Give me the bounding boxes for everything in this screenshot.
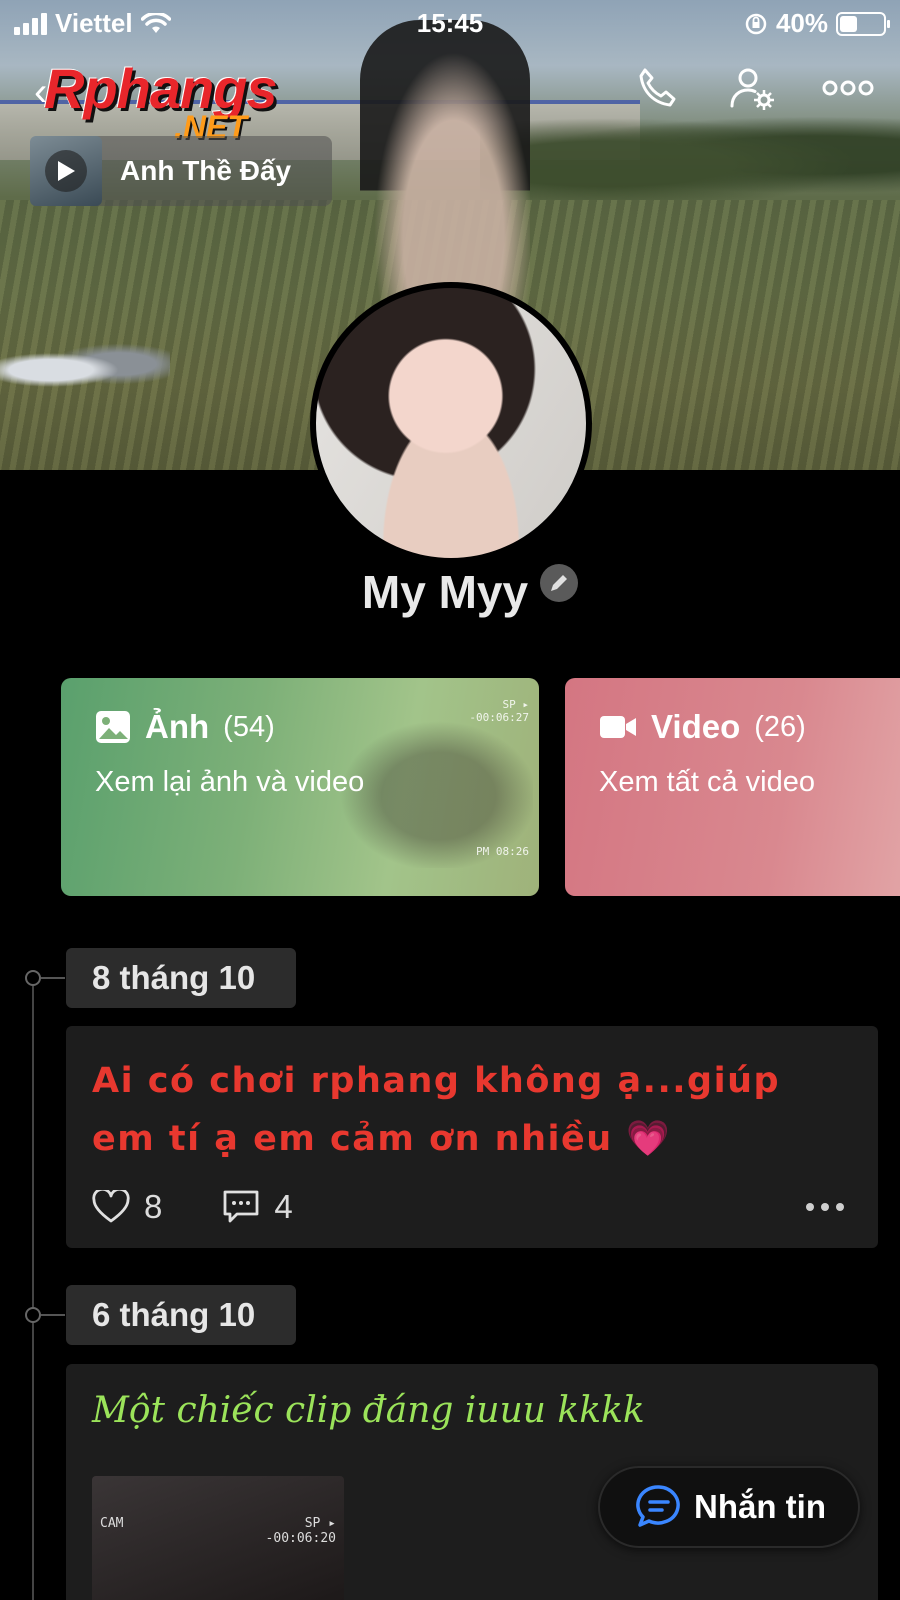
profile-name: My Myy [361, 566, 529, 618]
photos-card-header: Ảnh (54) [95, 708, 505, 746]
date-tag: 8 tháng 10 [66, 948, 296, 1008]
comment-count: 4 [274, 1188, 293, 1225]
status-right: 40% [744, 8, 890, 39]
post-actions: 8 4 [92, 1188, 852, 1226]
videos-count: (26) [754, 710, 806, 743]
image-icon [96, 711, 130, 743]
post-card[interactable]: Ai có chơi rphang không ạ...giúp em tí ạ… [66, 1026, 878, 1248]
photos-subtitle: Xem lại ảnh và video [95, 766, 365, 798]
cover-rocks [0, 340, 170, 400]
like-count: 8 [144, 1188, 163, 1225]
heart-icon [92, 1190, 130, 1223]
photos-label: Ảnh [145, 708, 210, 745]
play-icon [45, 150, 87, 192]
photos-card[interactable]: SP ▸ -00:06:27 PM 08:26 Ảnh (54) Xem lại… [61, 678, 539, 896]
post-more-button[interactable] [806, 1203, 844, 1211]
music-title: Anh Thề Đấy [120, 155, 292, 186]
comment-icon [223, 1190, 259, 1223]
avatar[interactable] [310, 282, 592, 564]
call-button[interactable] [630, 62, 682, 114]
battery-icon [836, 11, 890, 36]
battery-percent: 40% [775, 8, 828, 38]
clip-time: -00:06:20 [265, 1531, 336, 1546]
videos-subtitle: Xem tất cả video [599, 766, 815, 798]
videos-card[interactable]: Video (26) Xem tất cả video [565, 678, 900, 896]
video-camera-icon [600, 716, 636, 738]
status-bar: Viettel 15:45 40% [0, 0, 900, 44]
timeline-connector [41, 977, 65, 979]
vhs-time-bottom: PM 08:26 [476, 845, 529, 858]
edit-name-button[interactable] [540, 564, 579, 602]
photos-count: (54) [223, 710, 275, 743]
orientation-lock-icon [745, 13, 767, 34]
post-text: Ai có chơi rphang không ạ...giúp em tí ạ… [92, 1061, 781, 1159]
watermark-logo: Rphangs .NET [44, 56, 278, 146]
timeline-node [25, 1307, 41, 1323]
clip-cam-label: CAM [100, 1516, 124, 1531]
timeline-line [32, 978, 34, 1600]
post-text: Một chiếc clip đáng iuuu kkkk [92, 1390, 645, 1431]
more-options-button[interactable] [822, 62, 874, 114]
timeline-node [25, 970, 41, 986]
message-button-label: Nhắn tin [694, 1488, 826, 1525]
videos-card-header: Video (26) [599, 708, 891, 746]
phone-icon [639, 68, 676, 107]
more-horizontal-icon [822, 80, 874, 96]
pencil-icon [551, 575, 568, 591]
comment-button[interactable]: 4 [222, 1188, 293, 1226]
profile-settings-button[interactable] [726, 62, 778, 114]
clip-sp-label: SP ▸ -00:06:20 [266, 1516, 336, 1546]
date-tag: 6 tháng 10 [66, 1285, 296, 1345]
like-button[interactable]: 8 [92, 1188, 162, 1226]
videos-label: Video [651, 708, 741, 745]
chat-bubble-icon [636, 1485, 680, 1527]
profile-name-row: My Myy [0, 564, 900, 619]
music-thumbnail [30, 136, 102, 206]
header-actions [630, 62, 874, 114]
cover-trees [480, 110, 900, 200]
message-button[interactable]: Nhắn tin [598, 1466, 860, 1548]
timeline-connector [41, 1314, 65, 1316]
clip-sp: SP ▸ [304, 1516, 336, 1531]
profile-music[interactable]: Anh Thề Đấy [30, 136, 332, 206]
user-gear-icon [730, 68, 774, 110]
video-thumbnail[interactable]: CAM SP ▸ -00:06:20 [92, 1476, 344, 1600]
